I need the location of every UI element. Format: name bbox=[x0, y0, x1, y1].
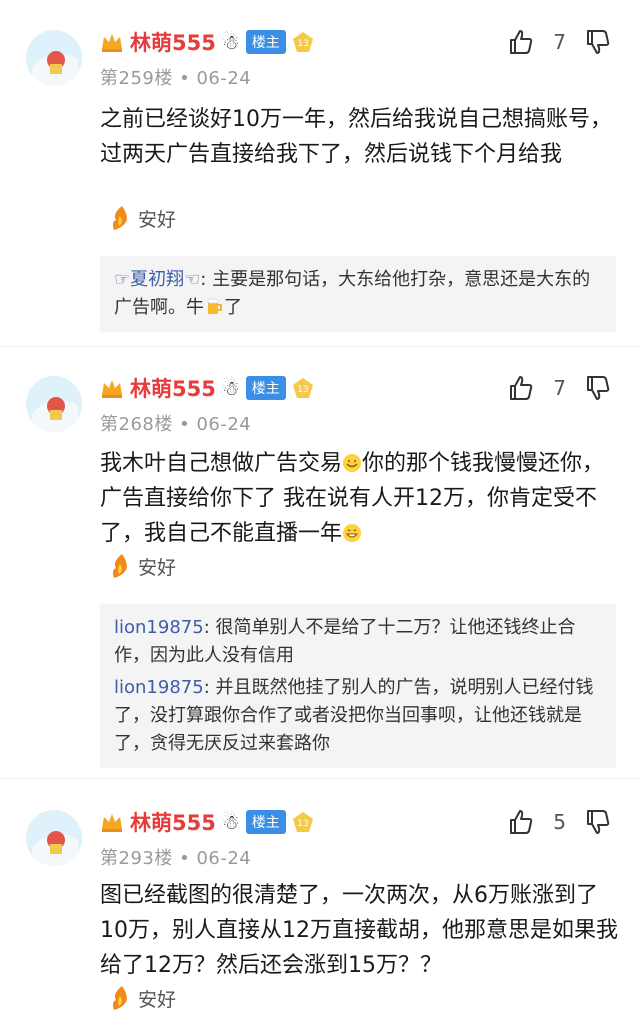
post-divider bbox=[0, 346, 640, 347]
host-badge: 楼主 bbox=[245, 30, 286, 54]
floor-number: 第268楼 bbox=[100, 414, 173, 435]
signature-text: 安好 bbox=[138, 208, 177, 231]
thumb-up-icon[interactable] bbox=[507, 808, 535, 836]
vote-bar: 7 bbox=[507, 374, 612, 402]
crown-icon bbox=[102, 34, 122, 52]
like-count: 5 bbox=[553, 810, 566, 834]
reply-username[interactable]: lion19875 bbox=[114, 677, 204, 698]
like-count: 7 bbox=[553, 30, 566, 54]
flame-sign-icon bbox=[112, 986, 127, 1010]
reply-box: ☞夏初翔☜: 主要是那句话，大东给他打杂，意思还是大东的广告啊。牛了 bbox=[100, 256, 616, 332]
avatar[interactable] bbox=[26, 376, 82, 432]
snowman-icon: ☃ bbox=[221, 376, 240, 400]
vote-bar: 5 bbox=[507, 808, 612, 836]
smile-emoji-icon bbox=[343, 454, 362, 472]
vote-bar: 7 bbox=[507, 28, 612, 56]
thumb-up-icon[interactable] bbox=[507, 28, 535, 56]
thumb-down-icon[interactable] bbox=[584, 808, 612, 836]
author-row: 林萌555 ☃ 楼主 13 bbox=[100, 28, 314, 56]
signature: 安好 bbox=[108, 552, 176, 580]
svg-text:13: 13 bbox=[297, 39, 308, 49]
host-badge: 楼主 bbox=[245, 810, 286, 834]
thumb-down-icon[interactable] bbox=[584, 28, 612, 56]
thumb-down-icon[interactable] bbox=[584, 374, 612, 402]
reply-username[interactable]: lion19875 bbox=[114, 617, 204, 638]
floor-number: 第259楼 bbox=[100, 68, 173, 89]
post-content: 之前已经谈好10万一年，然后给我说自己想搞账号， 过两天广告直接给我下了，然后说… bbox=[100, 107, 612, 167]
reply-box: lion19875: 很简单别人不是给了十二万？让他还钱终止合作，因为此人没有信… bbox=[100, 604, 616, 768]
signature: 安好 bbox=[108, 984, 176, 1012]
post-meta: 第268楼 • 06-24 bbox=[100, 414, 252, 435]
username[interactable]: 林萌555 bbox=[130, 807, 216, 837]
flame-sign-icon bbox=[112, 206, 127, 230]
username[interactable]: 林萌555 bbox=[130, 27, 216, 57]
floor-number: 第293楼 bbox=[100, 848, 173, 869]
svg-text:13: 13 bbox=[297, 819, 308, 829]
post-date: 06-24 bbox=[196, 848, 252, 869]
author-row: 林萌555 ☃ 楼主 13 bbox=[100, 808, 314, 836]
snowman-icon: ☃ bbox=[221, 30, 240, 54]
reply-item[interactable]: lion19875: 并且既然他挂了别人的广告，说明别人已经付钱了，没打算跟你合… bbox=[114, 674, 602, 758]
grin-emoji-icon bbox=[343, 524, 362, 542]
level-badge-icon: 13 bbox=[292, 32, 313, 52]
crown-icon bbox=[102, 814, 122, 832]
reply-username[interactable]: ☞夏初翔☜ bbox=[114, 269, 200, 290]
thumb-up-icon[interactable] bbox=[507, 374, 535, 402]
author-row: 林萌555 ☃ 楼主 13 bbox=[100, 374, 314, 402]
post-meta: 第293楼 • 06-24 bbox=[100, 848, 252, 869]
avatar[interactable] bbox=[26, 810, 82, 866]
signature-text: 安好 bbox=[138, 988, 177, 1011]
flame-sign-icon bbox=[112, 554, 127, 578]
like-count: 7 bbox=[553, 376, 566, 400]
reply-item[interactable]: ☞夏初翔☜: 主要是那句话，大东给他打杂，意思还是大东的广告啊。牛了 bbox=[114, 266, 602, 322]
signature: 安好 bbox=[108, 204, 176, 232]
post-meta: 第259楼 • 06-24 bbox=[100, 68, 252, 89]
level-badge-icon: 13 bbox=[292, 378, 313, 398]
post-divider bbox=[0, 778, 640, 779]
level-badge-icon: 13 bbox=[292, 812, 313, 832]
post-content: 图已经截图的很清楚了，一次两次，从6万账涨到了10万，别人直接从12万直接截胡，… bbox=[100, 883, 618, 978]
avatar[interactable] bbox=[26, 30, 82, 86]
reply-item[interactable]: lion19875: 很简单别人不是给了十二万？让他还钱终止合作，因为此人没有信… bbox=[114, 614, 602, 670]
post-date: 06-24 bbox=[196, 68, 252, 89]
snowman-icon: ☃ bbox=[221, 810, 240, 834]
post-content: 我木叶自己想做广告交易 你的那个钱我慢慢还你，广告直接给你下了 我在说有人开12万… bbox=[100, 451, 605, 546]
svg-text:13: 13 bbox=[297, 385, 308, 395]
signature-text: 安好 bbox=[138, 556, 177, 579]
username[interactable]: 林萌555 bbox=[130, 373, 216, 403]
host-badge: 楼主 bbox=[245, 376, 286, 400]
post-date: 06-24 bbox=[196, 414, 252, 435]
beer-icon bbox=[207, 298, 222, 314]
crown-icon bbox=[102, 380, 122, 398]
